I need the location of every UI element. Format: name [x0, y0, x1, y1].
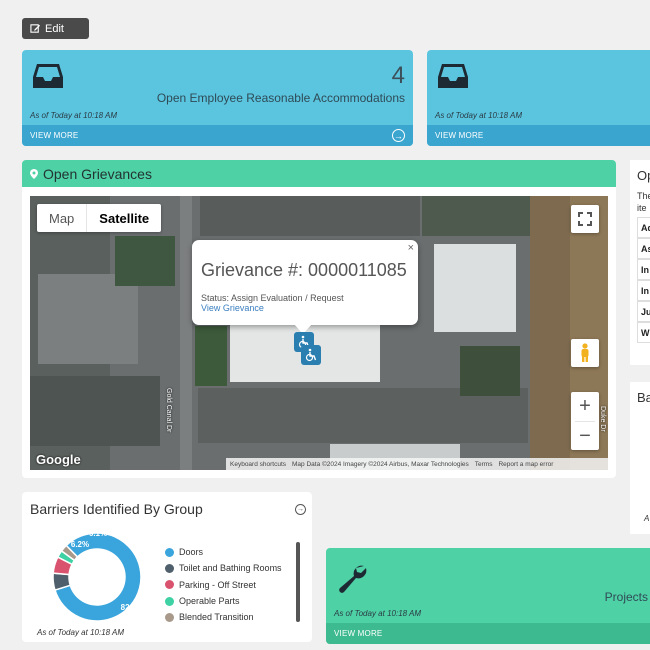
view-more-link[interactable]: VIEW MORE → — [22, 125, 413, 146]
donut-data-label: 6.2% — [71, 540, 89, 549]
side-panel-title: Ba — [637, 390, 650, 405]
as-of-text: A — [644, 514, 650, 523]
view-more-label: VIEW MORE — [435, 131, 484, 140]
accommodations-tile[interactable]: 4 Open Employee Reasonable Accommodation… — [22, 50, 413, 146]
grievance-info-window: × Grievance #: 0000011085 Status: Assign… — [192, 240, 418, 334]
side-panel-text: The — [637, 191, 650, 201]
legend-dot — [165, 547, 174, 557]
keyboard-shortcuts-link[interactable]: Keyboard shortcuts — [230, 461, 286, 468]
table-row[interactable]: Ju — [637, 301, 650, 322]
close-icon[interactable]: × — [408, 242, 414, 254]
table-row[interactable]: In — [637, 259, 650, 280]
map-type-control: Map Satellite — [37, 204, 162, 232]
inbox-icon — [33, 64, 63, 88]
table-row[interactable]: As — [637, 238, 650, 259]
projects-label: Projects — [604, 590, 648, 604]
fullscreen-icon — [578, 212, 592, 226]
edit-button[interactable]: Edit — [22, 18, 89, 39]
legend-label: Doors — [179, 547, 204, 558]
map-marker-icon — [30, 168, 38, 179]
legend-dot — [165, 596, 174, 606]
accommodations-count: 4 — [391, 62, 405, 89]
terms-link[interactable]: Terms — [475, 461, 493, 468]
view-more-link[interactable]: VIEW MORE — [427, 125, 650, 146]
chart-legend: Doors Toilet and Bathing Rooms Parking -… — [165, 544, 282, 625]
wrench-icon — [339, 565, 367, 593]
side-panel-title: Op — [637, 168, 650, 183]
view-more-link[interactable]: VIEW MORE — [326, 623, 650, 644]
donut-data-label: 6.1% — [89, 529, 107, 538]
grievance-map[interactable]: Gold Canal Dr Duke Dr Map Satellite + − … — [30, 196, 608, 470]
second-tile[interactable]: As of Today at 10:18 AM VIEW MORE — [427, 50, 650, 146]
side-panel-op: Op The ite Ad As In In Ju W — [630, 160, 650, 365]
map-data-text: Map Data ©2024 Imagery ©2024 Airbus, Max… — [292, 460, 469, 468]
zoom-control: + − — [571, 392, 599, 450]
fullscreen-button[interactable] — [571, 205, 599, 233]
legend-item[interactable]: Parking - Off Street — [165, 577, 282, 593]
legend-scrollbar[interactable] — [296, 542, 300, 622]
view-grievance-link[interactable]: View Grievance — [201, 303, 418, 313]
side-panel-ba: Ba A — [630, 382, 650, 534]
legend-label: Toilet and Bathing Rooms — [179, 563, 282, 574]
as-of-text: As of Today at 10:18 AM — [435, 111, 523, 120]
panel-title: Open Grievances — [43, 165, 152, 182]
wheelchair-icon — [305, 348, 317, 362]
grievance-status: Status: Assign Evaluation / Request — [201, 293, 344, 303]
legend-dot — [165, 580, 174, 590]
arrow-right-icon[interactable]: → — [295, 504, 306, 515]
as-of-text: As of Today at 10:18 AM — [30, 111, 118, 120]
table-row[interactable]: Ad — [637, 217, 650, 238]
side-panel-table: Ad As In In Ju W — [630, 217, 650, 343]
edit-icon — [30, 24, 41, 33]
grievance-number: Grievance #: 0000011085 — [201, 260, 407, 280]
map-type-map-button[interactable]: Map — [37, 204, 86, 232]
as-of-text: As of Today at 10:18 AM — [334, 609, 422, 618]
legend-label: Operable Parts — [179, 596, 240, 607]
street-label-2: Duke Dr — [599, 406, 606, 432]
street-label: Gold Canal Dr — [165, 388, 172, 433]
accommodations-label: Open Employee Reasonable Accommodations — [156, 91, 405, 105]
table-row[interactable]: In — [637, 280, 650, 301]
legend-dot — [165, 612, 174, 622]
pegman-icon — [581, 343, 589, 362]
google-logo: Google — [36, 452, 81, 467]
legend-item[interactable]: Toilet and Bathing Rooms — [165, 560, 282, 576]
edit-label: Edit — [45, 22, 64, 35]
side-panel-text: ite — [637, 203, 647, 213]
street-view-pegman-button[interactable] — [571, 339, 599, 367]
arrow-right-icon: → — [392, 129, 405, 142]
accessibility-marker[interactable] — [301, 345, 321, 365]
view-more-label: VIEW MORE — [30, 131, 79, 140]
as-of-text: As of Today at 10:18 AM — [37, 628, 125, 637]
panel-header: Open Grievances — [22, 160, 616, 187]
legend-item[interactable]: Doors — [165, 544, 282, 560]
projects-tile[interactable]: Projects As of Today at 10:18 AM VIEW MO… — [326, 548, 650, 644]
map-attribution: Keyboard shortcuts Map Data ©2024 Imager… — [226, 458, 608, 470]
legend-item[interactable]: Blended Transition — [165, 609, 282, 625]
inbox-icon — [438, 64, 468, 88]
legend-dot — [165, 563, 174, 573]
legend-label: Blended Transition — [179, 612, 254, 623]
dashboard: Edit 4 Open Employee Reasonable Accommod… — [0, 0, 650, 650]
barriers-title: Barriers Identified By Group — [30, 501, 203, 517]
report-error-link[interactable]: Report a map error — [498, 461, 553, 468]
legend-item[interactable]: Operable Parts — [165, 593, 282, 609]
view-more-label: VIEW MORE — [334, 629, 383, 638]
zoom-in-button[interactable]: + — [579, 392, 591, 421]
legend-label: Parking - Off Street — [179, 579, 256, 590]
table-row[interactable]: W — [637, 322, 650, 343]
donut-data-label: 82.5% — [121, 603, 144, 612]
barriers-donut-chart: 82.5% 6.2%6.1% — [52, 529, 144, 622]
map-type-satellite-button[interactable]: Satellite — [86, 204, 161, 232]
zoom-out-button[interactable]: − — [575, 421, 595, 450]
barriers-panel: Barriers Identified By Group → 82.5% 6.2%… — [22, 492, 312, 642]
